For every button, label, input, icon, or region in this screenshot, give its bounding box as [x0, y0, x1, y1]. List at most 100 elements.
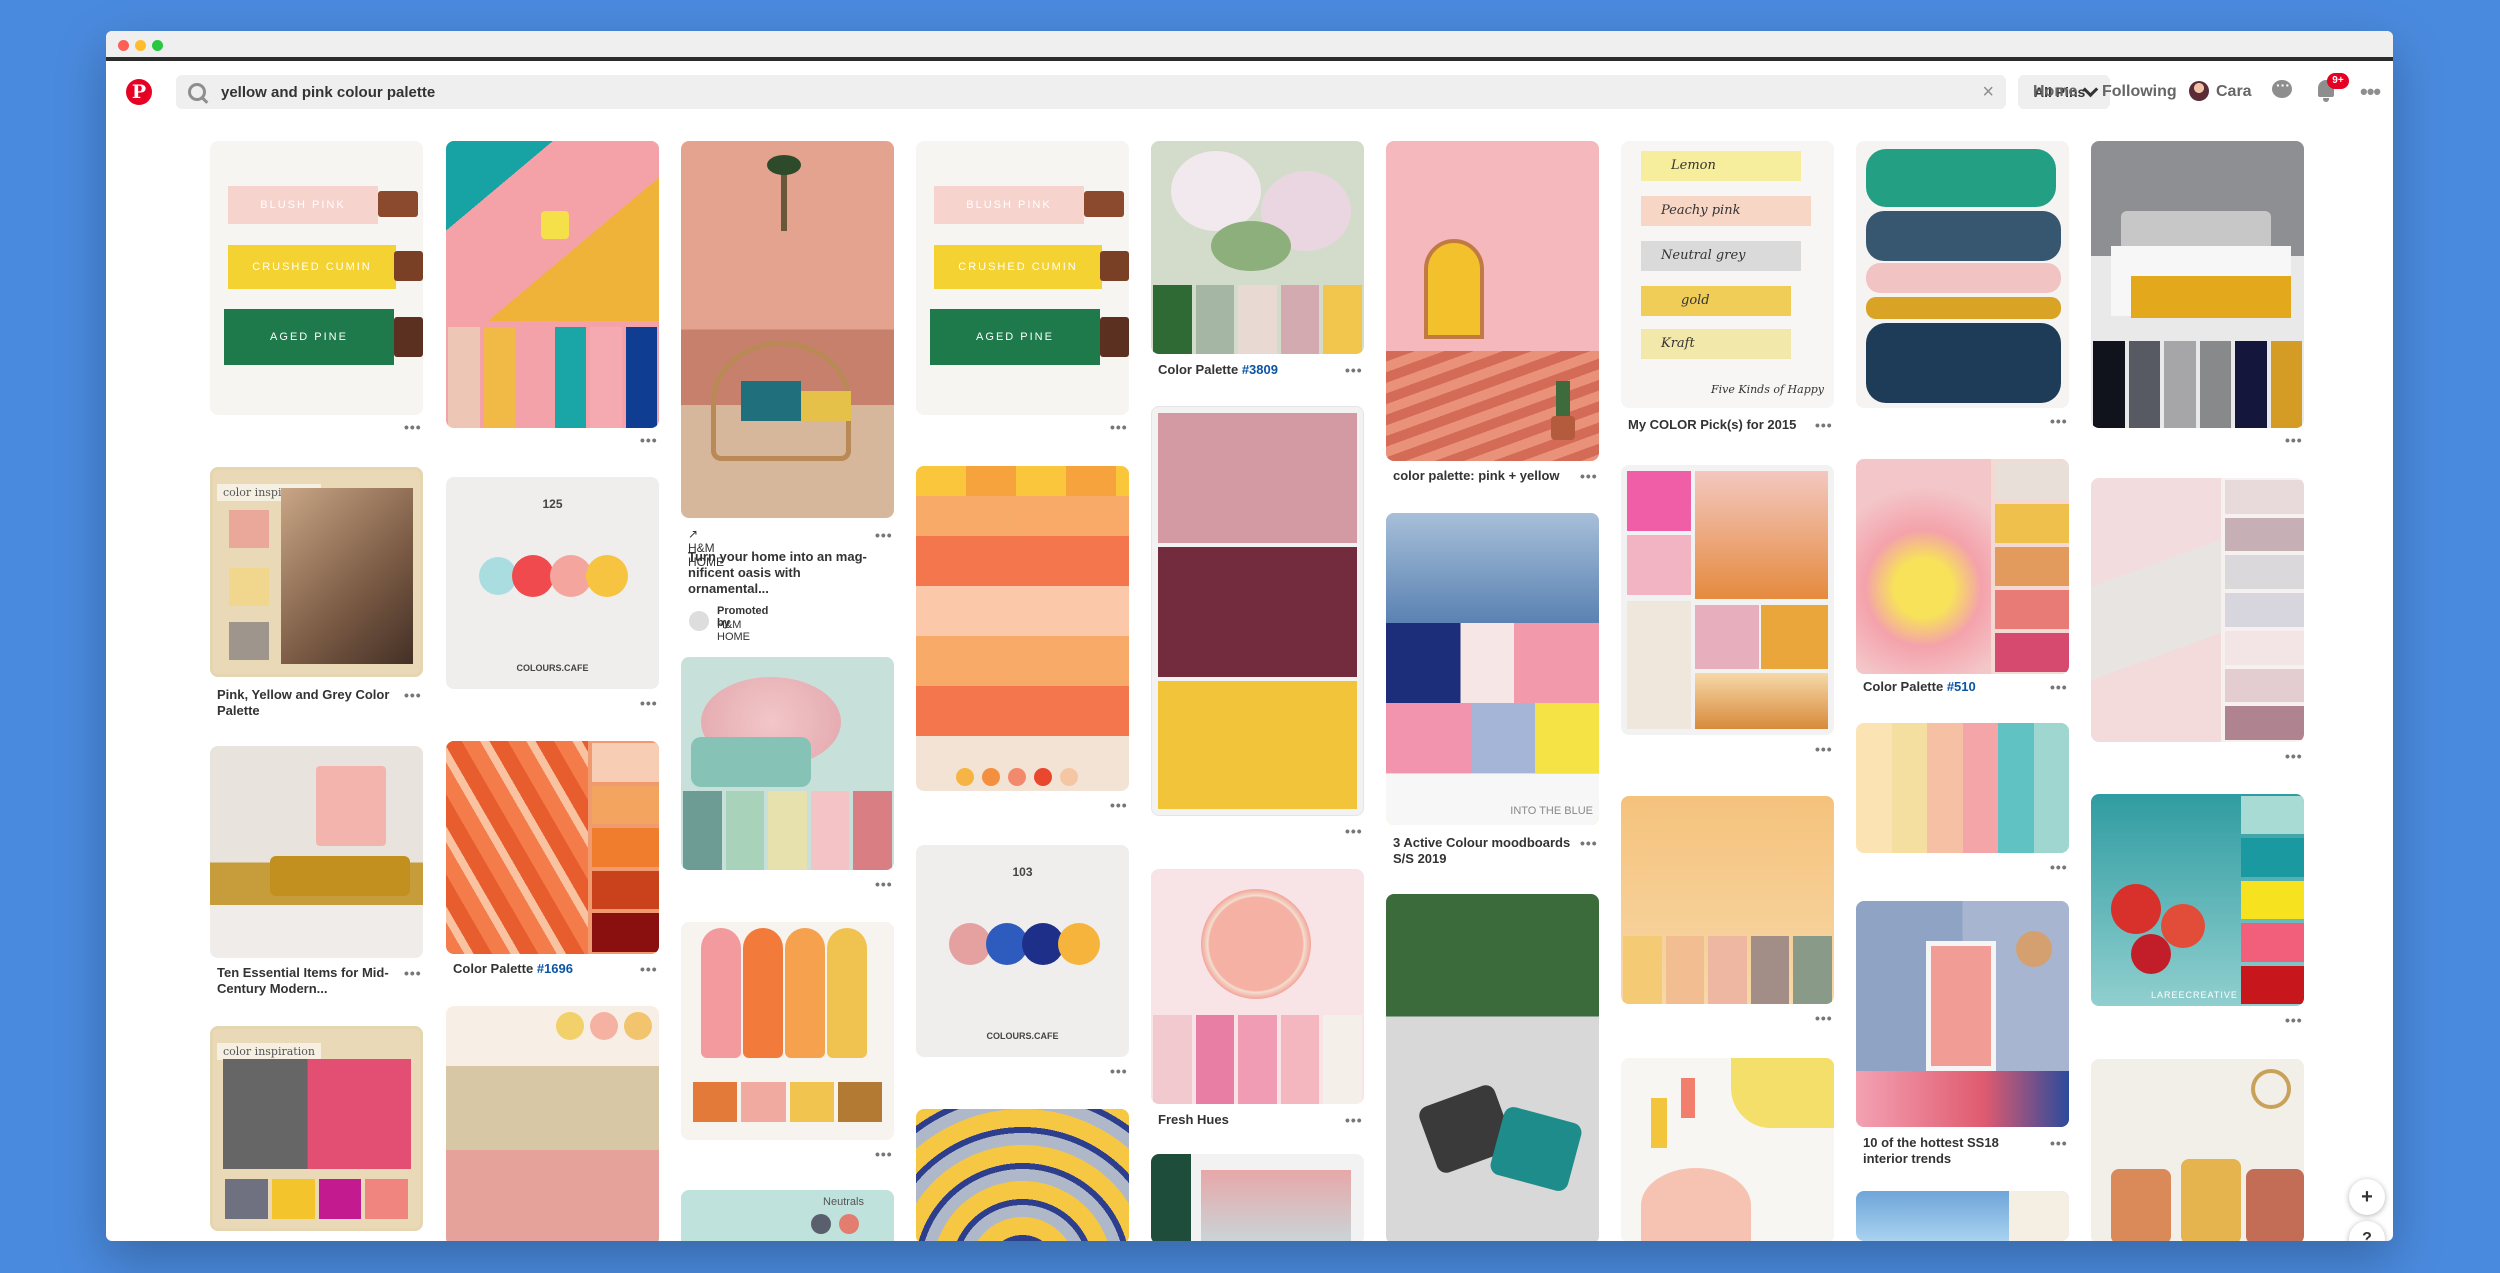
pin-title[interactable]: color palette: pink + yellow [1393, 468, 1573, 484]
pin-image[interactable]: Neutrals [681, 1190, 894, 1241]
more-options-icon[interactable]: ••• [640, 432, 658, 448]
pinterest-logo-icon[interactable]: P [126, 79, 152, 105]
more-options-icon[interactable]: ••• [1345, 1112, 1363, 1128]
pin-image[interactable] [1151, 141, 1364, 354]
more-options-icon[interactable]: ••• [1345, 362, 1363, 378]
pin-title[interactable]: Pink, Yellow and Grey Color Palette [217, 687, 397, 719]
promoter-avatar [689, 611, 709, 631]
pin-title[interactable]: My COLOR Pick(s) for 2015 [1628, 417, 1808, 433]
pin-title[interactable]: Color Palette #1696 [453, 961, 633, 977]
pin-image[interactable] [681, 141, 894, 518]
pin-image[interactable]: color inspiration [210, 467, 423, 677]
pin-image[interactable] [2091, 478, 2304, 742]
paint-swatch-label: AGED PINE [224, 309, 394, 365]
more-options-icon[interactable]: ••• [404, 687, 422, 703]
more-options-icon[interactable]: ••• [1580, 468, 1598, 484]
more-options-icon[interactable]: ••• [875, 1146, 893, 1162]
pin-title[interactable]: Color Palette #510 [1863, 679, 2043, 695]
more-options-icon[interactable]: ••• [2050, 1135, 2068, 1151]
more-options-icon[interactable]: ••• [2285, 1012, 2303, 1028]
script-label: Five Kinds of Happy [1710, 383, 1824, 396]
more-options-icon[interactable]: ••• [1110, 1063, 1128, 1079]
promoter-name[interactable]: H&M HOME [717, 619, 750, 643]
search-input[interactable]: yellow and pink colour palette [221, 84, 435, 101]
pin-image[interactable]: INTO THE BLUE [1386, 513, 1599, 825]
nav-home[interactable]: Home [2033, 83, 2077, 101]
more-options-icon[interactable]: ••• [1580, 835, 1598, 851]
close-window-button[interactable] [118, 40, 129, 51]
more-options-icon[interactable]: ••• [1815, 1010, 1833, 1026]
pin-title[interactable]: 10 of the hottest SS18 interior trends [1863, 1135, 2043, 1167]
more-options-icon[interactable]: ••• [1815, 417, 1833, 433]
script-label: Lemon [1641, 151, 1801, 181]
pin-image[interactable] [916, 466, 1129, 791]
pin-image[interactable] [1386, 894, 1599, 1241]
pin-title[interactable]: 3 Active Colour moodboards S/S 2019 [1393, 835, 1573, 867]
more-options-icon[interactable]: ••• [875, 876, 893, 892]
pin-image[interactable] [1386, 141, 1599, 461]
pin-image[interactable] [916, 1109, 1129, 1241]
pin-title[interactable]: Fresh Hues [1158, 1112, 1338, 1128]
pin-image[interactable] [1856, 459, 2069, 674]
pin-image[interactable]: color inspiration [210, 1026, 423, 1231]
pin-image[interactable]: BLUSH PINK CRUSHED CUMIN AGED PINE [916, 141, 1129, 415]
pin-image[interactable] [446, 741, 659, 954]
nav-following[interactable]: Following [2102, 83, 2177, 101]
pin-title[interactable]: Ten Essential Items for Mid-Century Mode… [217, 965, 397, 997]
pin-label: 103 [1012, 865, 1033, 879]
pin-image[interactable]: BLUSH PINK CRUSHED CUMIN AGED PINE [210, 141, 423, 415]
help-button[interactable]: ? [2349, 1221, 2385, 1241]
pin-image[interactable] [1856, 723, 2069, 853]
clear-icon[interactable]: × [1982, 81, 1994, 104]
more-options-icon[interactable]: ••• [640, 695, 658, 711]
search-bar[interactable]: yellow and pink colour palette × [176, 75, 2006, 109]
pin-title[interactable]: Color Palette #3809 [1158, 362, 1338, 378]
nav-profile[interactable]: Cara [2216, 83, 2252, 101]
pin-image[interactable] [1621, 1058, 1834, 1241]
minimize-window-button[interactable] [135, 40, 146, 51]
pin-image[interactable] [1621, 465, 1834, 735]
pin-image[interactable] [681, 922, 894, 1140]
more-options-icon[interactable]: ••• [875, 527, 893, 543]
more-options-icon[interactable]: ••• [2050, 859, 2068, 875]
pin-image[interactable] [1151, 406, 1364, 816]
pin-tag: color inspiration [217, 1043, 321, 1060]
pin-image[interactable] [2091, 1059, 2304, 1241]
pin-image[interactable] [1151, 1154, 1364, 1241]
pin-image[interactable] [2091, 141, 2304, 428]
more-options-icon[interactable]: ••• [2285, 432, 2303, 448]
pin-image[interactable] [681, 657, 894, 870]
pin-image[interactable] [1151, 869, 1364, 1104]
more-options-icon[interactable]: ••• [2050, 679, 2068, 695]
pin-image[interactable] [210, 746, 423, 958]
more-icon[interactable]: ••• [2360, 79, 2381, 105]
pin-image[interactable] [446, 1006, 659, 1241]
paint-swatch-label: AGED PINE [930, 309, 1100, 365]
pin-image[interactable]: 125 COLOURS.CAFE [446, 477, 659, 689]
pin-image[interactable] [446, 141, 659, 428]
messages-icon[interactable] [2270, 77, 2296, 103]
more-options-icon[interactable]: ••• [1345, 823, 1363, 839]
more-options-icon[interactable]: ••• [1110, 419, 1128, 435]
more-options-icon[interactable]: ••• [1110, 797, 1128, 813]
add-button[interactable]: + [2349, 1179, 2385, 1215]
more-options-icon[interactable]: ••• [404, 419, 422, 435]
pin-image[interactable] [1856, 901, 2069, 1127]
pin-label: Neutrals [823, 1196, 864, 1208]
more-options-icon[interactable]: ••• [640, 961, 658, 977]
pin-watermark: LAREECREATIVE [2151, 990, 2238, 1000]
more-options-icon[interactable]: ••• [404, 965, 422, 981]
pin-image[interactable] [1856, 141, 2069, 408]
more-options-icon[interactable]: ••• [2285, 748, 2303, 764]
pin-title[interactable]: Turn your home into an mag-nificent oasi… [688, 549, 868, 597]
pin-image[interactable]: 103 COLOURS.CAFE [916, 845, 1129, 1057]
pin-image[interactable] [1856, 1191, 2069, 1241]
more-options-icon[interactable]: ••• [1815, 741, 1833, 757]
pin-image[interactable]: LAREECREATIVE [2091, 794, 2304, 1006]
pin-image[interactable]: Lemon Peachy pink Neutral grey gold Kraf… [1621, 141, 1834, 408]
pin-brand: COLOURS.CAFE [516, 663, 589, 673]
zoom-window-button[interactable] [152, 40, 163, 51]
pin-image[interactable] [1621, 796, 1834, 1004]
avatar[interactable] [2189, 81, 2209, 101]
more-options-icon[interactable]: ••• [2050, 413, 2068, 429]
